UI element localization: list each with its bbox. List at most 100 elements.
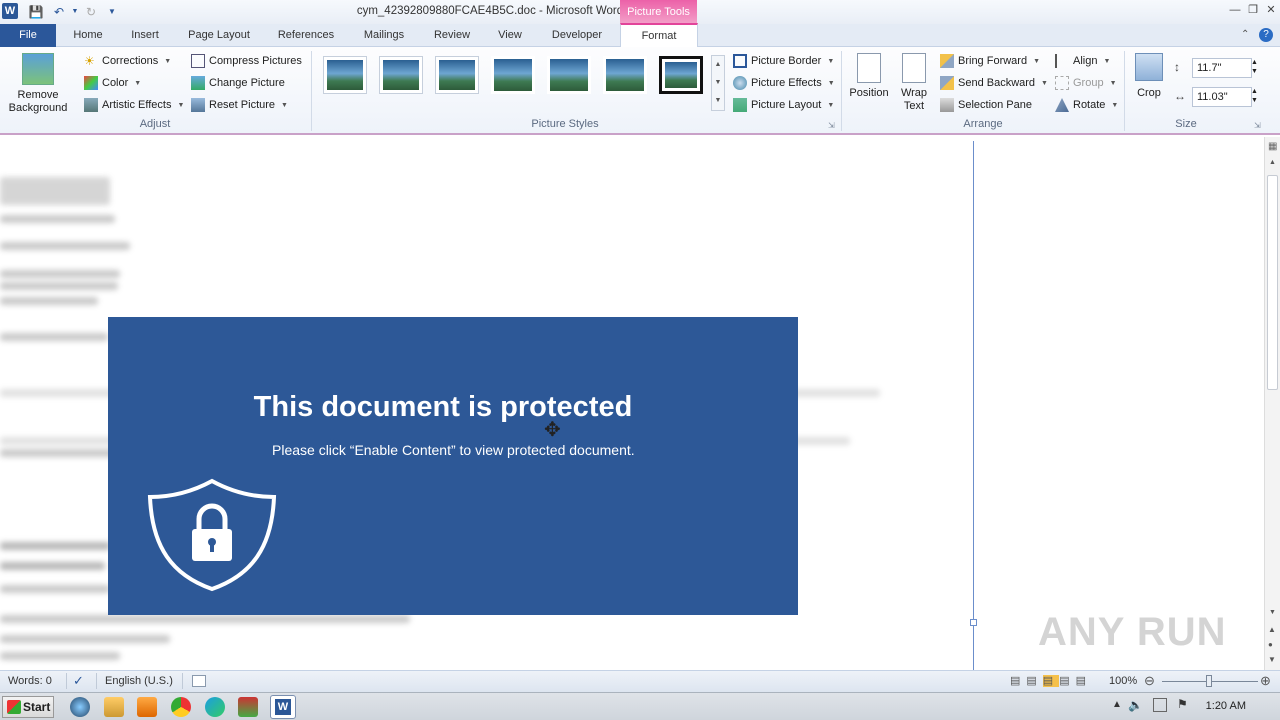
zoom-level[interactable]: 100% [1109, 675, 1137, 687]
network-icon[interactable] [1153, 698, 1167, 712]
banner-title: This document is protected [253, 391, 633, 423]
explorer-icon[interactable] [104, 697, 124, 717]
align-label: Align [1073, 55, 1098, 67]
picture-border-button[interactable]: Picture Border ▼ [733, 52, 834, 70]
picture-style-3[interactable] [435, 56, 479, 94]
tab-home[interactable]: Home [66, 24, 110, 47]
chevron-down-icon: ▼ [1041, 79, 1048, 87]
minimize-ribbon-icon[interactable]: ⌃ [1241, 29, 1249, 40]
word-count[interactable]: Words: 0 [8, 675, 52, 687]
scroll-thumb[interactable] [1267, 175, 1278, 390]
blurred-text [0, 652, 120, 660]
resize-handle[interactable] [970, 619, 977, 626]
ie-icon[interactable] [70, 697, 90, 717]
zoom-in-icon[interactable]: ⊕ [1260, 673, 1271, 689]
picture-effects-button[interactable]: Picture Effects ▼ [733, 74, 835, 92]
ruler-toggle-icon[interactable]: ▦ [1268, 141, 1277, 152]
tab-references[interactable]: References [270, 24, 342, 47]
rotate-button[interactable]: Rotate ▼ [1055, 96, 1118, 114]
picture-style-5[interactable] [547, 56, 591, 94]
artistic-effects-button[interactable]: Artistic Effects ▼ [84, 96, 184, 114]
view-buttons[interactable]: ▤▤▤▤▤ [1010, 674, 1092, 687]
tab-insert[interactable]: Insert [122, 24, 168, 47]
help-icon[interactable]: ? [1259, 28, 1273, 42]
bring-forward-button[interactable]: Bring Forward ▼ [940, 52, 1040, 70]
scroll-up-icon[interactable]: ▲ [1269, 159, 1276, 166]
tab-review[interactable]: Review [426, 24, 478, 47]
restore-icon[interactable]: ❐ [1245, 2, 1261, 18]
browse-object-icon[interactable]: ● [1268, 640, 1273, 649]
start-button[interactable]: Start [2, 696, 54, 718]
height-spinner[interactable]: ▲ ▼ [1251, 58, 1258, 76]
tab-developer[interactable]: Developer [542, 24, 612, 47]
picture-style-7[interactable] [659, 56, 703, 94]
picture-layout-label: Picture Layout [751, 99, 822, 111]
minimize-icon[interactable]: — [1227, 2, 1243, 18]
remove-background-button[interactable]: Remove Background [4, 53, 72, 115]
proofing-icon[interactable]: ✓ [73, 673, 84, 689]
color-button[interactable]: Color ▼ [84, 74, 141, 92]
action-center-flag-icon[interactable]: ⚑ [1177, 697, 1188, 711]
height-field[interactable]: 11.7" [1192, 58, 1252, 78]
tab-page-layout[interactable]: Page Layout [180, 24, 258, 47]
position-button[interactable]: Position [846, 53, 892, 100]
blurred-text [0, 282, 118, 290]
picture-style-6[interactable] [603, 56, 647, 94]
size-group-label: Size [1175, 118, 1197, 130]
picture-style-4[interactable] [491, 56, 535, 94]
send-backward-button[interactable]: Send Backward ▼ [940, 74, 1048, 92]
width-field[interactable]: 11.03" [1192, 87, 1252, 107]
corrections-icon: ☀ [84, 54, 95, 68]
previous-page-icon[interactable]: ▲ [1268, 625, 1276, 634]
change-picture-label: Change Picture [209, 77, 285, 89]
tray-expand-icon[interactable]: ▲ [1112, 699, 1122, 710]
chevron-down-icon: ▼ [827, 101, 835, 109]
wrap-text-button[interactable]: Wrap Text [894, 53, 934, 113]
protected-document-image[interactable]: This document is protected Please click … [108, 317, 798, 615]
vertical-scrollbar[interactable]: ▦ ▲ ▼ ▲ ● ▼ [1264, 137, 1280, 670]
zoom-slider-thumb[interactable] [1206, 675, 1212, 687]
align-button[interactable]: Align ▼ [1055, 52, 1110, 70]
picture-style-2[interactable] [379, 56, 423, 94]
window-title: cym_42392809880FCAE4B5C.doc - Microsoft … [356, 5, 624, 17]
tab-mailings[interactable]: Mailings [354, 24, 414, 47]
zoom-out-icon[interactable]: ⊖ [1144, 673, 1155, 689]
next-page-icon[interactable]: ▼ [1268, 655, 1276, 664]
selection-pane-button[interactable]: Selection Pane [940, 96, 1032, 114]
width-spinner[interactable]: ▲ ▼ [1251, 87, 1258, 105]
position-label: Position [849, 87, 889, 99]
picture-style-1[interactable] [323, 56, 367, 94]
language-indicator[interactable]: English (U.S.) [105, 675, 173, 687]
media-player-icon[interactable] [137, 697, 157, 717]
compress-pictures-button[interactable]: Compress Pictures [191, 52, 302, 70]
dialog-launcher-icon[interactable]: ⇲ [828, 121, 835, 130]
macro-record-icon[interactable] [192, 675, 206, 687]
dialog-launcher-icon[interactable]: ⇲ [1254, 121, 1261, 130]
width-icon: ↔ [1174, 89, 1186, 103]
word-taskbar-icon[interactable]: W [270, 695, 296, 719]
picture-effects-label: Picture Effects [751, 77, 822, 89]
scroll-down-icon[interactable]: ▼ [1269, 609, 1276, 616]
crop-button[interactable]: Crop [1130, 53, 1168, 100]
chrome-icon[interactable] [171, 697, 191, 717]
tab-view[interactable]: View [490, 24, 530, 47]
group-button[interactable]: Group ▼ [1055, 74, 1117, 92]
edge-icon[interactable] [205, 697, 225, 717]
document-area[interactable]: This document is protected Please click … [0, 137, 1264, 670]
chevron-down-icon: ▼ [827, 57, 835, 65]
styles-gallery-scroll[interactable]: ▲ ▼ ▼ [711, 55, 725, 111]
reset-picture-label: Reset Picture [209, 99, 276, 111]
tab-file[interactable]: File [0, 24, 56, 47]
tab-format[interactable]: Format [620, 23, 698, 47]
close-icon[interactable]: ✕ [1263, 2, 1279, 18]
chevron-down-icon: ▼ [134, 79, 142, 87]
winrar-icon[interactable] [238, 697, 258, 717]
change-picture-button[interactable]: Change Picture [191, 74, 285, 92]
picture-tools-label: Picture Tools [620, 0, 697, 24]
reset-picture-button[interactable]: Reset Picture ▼ [191, 96, 288, 114]
corrections-button[interactable]: ☀ Corrections ▼ [84, 52, 171, 70]
picture-layout-button[interactable]: Picture Layout ▼ [733, 96, 834, 114]
clock[interactable]: 1:20 AM [1206, 700, 1246, 712]
volume-icon[interactable]: 🔈 [1128, 698, 1143, 712]
divider [96, 673, 97, 689]
